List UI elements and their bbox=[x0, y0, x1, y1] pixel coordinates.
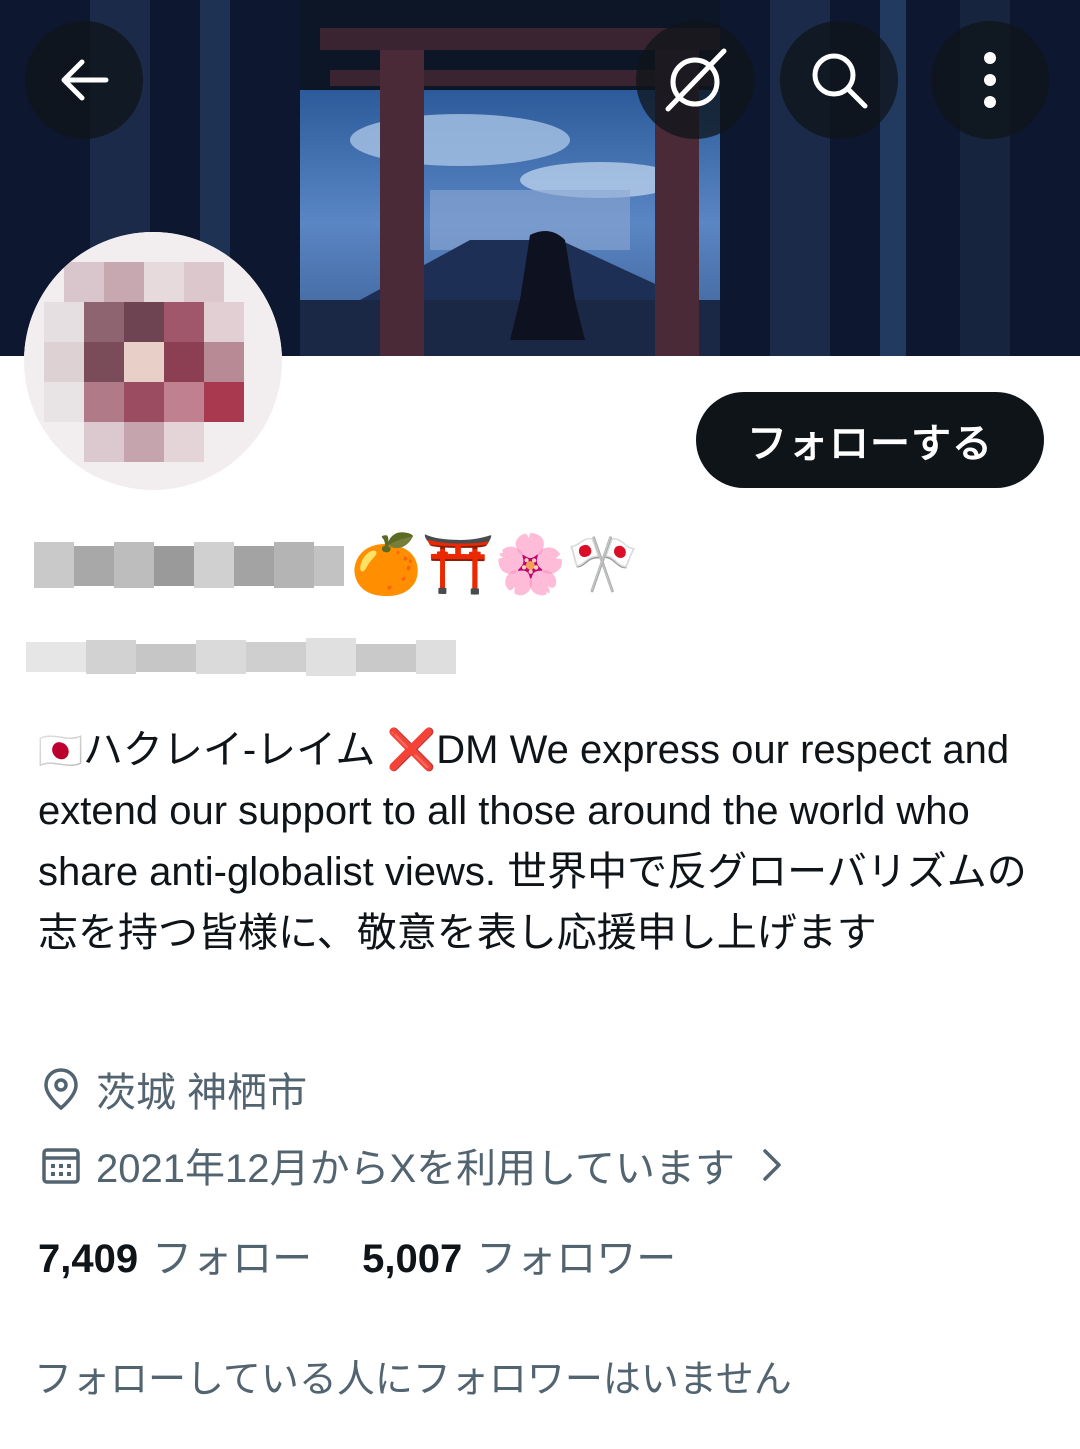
bio-text: ハクレイ-レイム ❌DM We express our respect and … bbox=[38, 728, 1027, 955]
arrow-left-icon bbox=[61, 59, 109, 101]
grok-button[interactable] bbox=[636, 21, 754, 139]
followers-count: 5,007 bbox=[362, 1237, 463, 1281]
username-redacted bbox=[26, 638, 456, 676]
more-button[interactable] bbox=[931, 21, 1049, 139]
more-vertical-icon bbox=[984, 52, 996, 108]
followers-label: フォロワー bbox=[476, 1237, 677, 1281]
calendar-icon bbox=[42, 1148, 80, 1184]
followers-link[interactable]: 5,007 フォロワー bbox=[362, 1226, 676, 1284]
avatar[interactable] bbox=[24, 232, 282, 490]
location-text: 茨城 神栖市 bbox=[96, 1071, 308, 1115]
grok-icon bbox=[665, 48, 727, 112]
join-date[interactable]: 2021年12月からXを利用しています bbox=[38, 1136, 785, 1194]
search-button[interactable] bbox=[780, 21, 898, 139]
chevron-right-icon bbox=[763, 1149, 781, 1181]
following-count: 7,409 bbox=[38, 1237, 139, 1281]
profile-page: フォローする 🍊⛩️🌸🎌 🇯🇵ハクレイ-レイム ❌DM We express o… bbox=[0, 0, 1080, 1449]
bio: 🇯🇵ハクレイ-レイム ❌DM We express our respect an… bbox=[38, 720, 1048, 964]
name-emojis: 🍊⛩️🌸🎌 bbox=[350, 530, 639, 598]
search-icon bbox=[812, 53, 868, 109]
follow-button[interactable]: フォローする bbox=[696, 392, 1044, 488]
avatar-image bbox=[24, 232, 282, 490]
username-handle bbox=[26, 630, 456, 688]
followers-you-know: フォローしている人にフォロワーはいません bbox=[34, 1359, 792, 1401]
following-link[interactable]: 7,409 フォロー bbox=[38, 1226, 312, 1284]
join-date-text: 2021年12月からXを利用しています bbox=[96, 1147, 735, 1191]
display-name: 🍊⛩️🌸🎌 bbox=[34, 526, 639, 602]
follow-counts: 7,409 フォロー 5,007 フォロワー bbox=[38, 1226, 676, 1284]
location: 茨城 神栖市 bbox=[38, 1060, 307, 1118]
back-button[interactable] bbox=[25, 21, 143, 139]
display-name-redacted bbox=[34, 542, 344, 588]
location-pin-icon bbox=[44, 1068, 78, 1111]
following-label: フォロー bbox=[152, 1237, 313, 1281]
bio-flag: 🇯🇵 bbox=[38, 730, 83, 771]
